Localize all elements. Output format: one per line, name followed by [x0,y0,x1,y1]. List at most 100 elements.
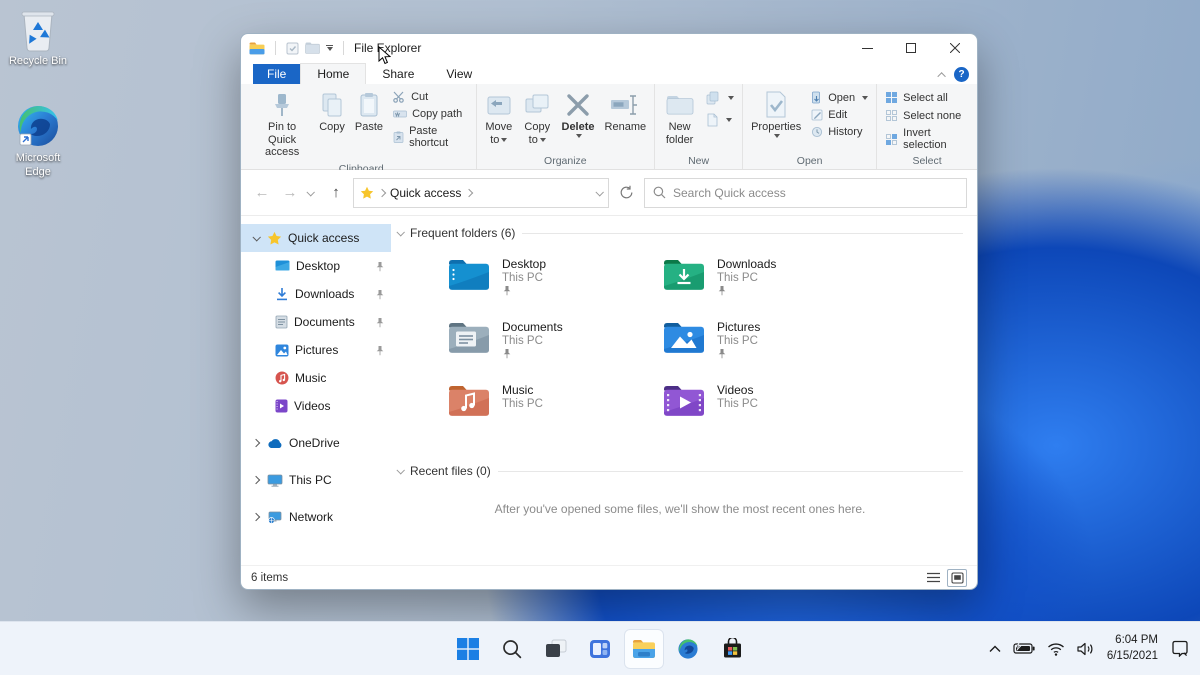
start-button[interactable] [448,629,488,669]
copy-path-button[interactable]: Copy path [389,107,472,121]
close-button[interactable] [933,34,977,62]
ribbon-group-new: New folder New [655,84,744,169]
recent-files-header[interactable]: Recent files (0) [396,464,963,478]
large-icons-view-button[interactable] [947,569,967,587]
folder-tile-documents[interactable]: Documents This PC [445,317,660,380]
sidebar-item-onedrive[interactable]: OneDrive [241,429,391,457]
recent-locations-caret-icon[interactable] [306,187,315,197]
desktop-icon-recycle-bin[interactable]: Recycle Bin [0,8,76,69]
sidebar-item-documents[interactable]: Documents [241,308,391,336]
edit-button[interactable]: Edit [807,108,872,122]
store-button[interactable] [712,629,752,669]
tile-location: This PC [502,335,543,347]
cut-button[interactable]: Cut [389,90,472,104]
minimize-button[interactable] [845,34,889,62]
sidebar-item-this-pc[interactable]: This PC [241,466,391,494]
search-input[interactable] [673,185,958,200]
collapse-section-icon[interactable] [396,466,405,475]
open-button[interactable]: Open [807,90,872,105]
file-explorer-icon [632,639,656,659]
tab-home[interactable]: Home [300,63,367,84]
tab-file[interactable]: File [253,64,301,84]
properties-icon [764,89,788,121]
paste-shortcut-button[interactable]: Paste shortcut [389,124,472,150]
file-explorer-button[interactable] [624,628,664,669]
properties-button[interactable]: Properties [747,86,805,141]
refresh-button[interactable] [615,185,638,200]
chevron-right-icon[interactable] [251,475,261,485]
sidebar-item-music[interactable]: Music [241,364,391,392]
qat-customize-caret-icon[interactable] [326,44,333,52]
title-bar[interactable]: File Explorer [241,34,977,62]
sidebar-item-desktop[interactable]: Desktop [241,252,391,280]
sidebar-item-pictures[interactable]: Pictures [241,336,391,364]
back-button[interactable]: ← [251,184,273,201]
new-item-button[interactable] [702,90,738,106]
tray-chevron-up-icon[interactable] [984,630,1006,668]
pin-icon [271,89,293,121]
chevron-down-icon[interactable] [252,233,261,242]
copy-to-button[interactable]: Copy to [519,86,555,149]
chevron-right-icon[interactable] [251,512,261,522]
collapse-section-icon[interactable] [396,228,405,237]
help-button[interactable]: ? [954,67,969,82]
easy-access-button[interactable] [702,112,738,128]
desktop-icon-label: Recycle Bin [8,55,68,67]
history-button[interactable]: History [807,125,872,139]
sidebar-item-downloads[interactable]: Downloads [241,280,391,308]
desktop-icon-microsoft-edge[interactable]: Microsoft Edge [0,103,76,180]
details-view-button[interactable] [923,569,943,587]
task-view-button[interactable] [536,629,576,669]
widgets-button[interactable] [580,629,620,669]
paste-shortcut-icon [393,131,404,143]
tab-share[interactable]: Share [366,64,430,84]
select-none-button[interactable]: Select none [881,108,973,123]
folder-tile-desktop[interactable]: Desktop This PC [445,254,660,317]
qat-new-folder-icon[interactable] [305,42,320,54]
delete-button[interactable]: Delete [558,86,599,141]
ribbon-group-clipboard: Pin to Quick access Copy Paste Cut Copy … [247,84,477,175]
folder-tile-downloads[interactable]: Downloads This PC [660,254,875,317]
edge-button[interactable] [668,629,708,669]
wifi-icon[interactable] [1042,630,1070,668]
rename-button[interactable]: Rename [601,86,651,137]
search-button[interactable] [492,629,532,669]
address-dropdown-icon[interactable] [595,187,604,197]
chevron-right-icon[interactable] [251,438,261,448]
search-box[interactable] [644,177,967,208]
new-folder-button[interactable]: New folder [659,86,700,149]
sidebar-item-videos[interactable]: Videos [241,392,391,420]
minimize-ribbon-icon[interactable] [937,71,946,81]
navigation-bar: ← → ↑ Quick access [241,170,977,216]
recent-files-empty-message: After you've opened some files, we'll sh… [494,502,866,516]
maximize-button[interactable] [889,34,933,62]
sidebar-item-network[interactable]: Network [241,503,391,531]
qat-properties-icon[interactable] [286,42,299,55]
notification-icon[interactable] [1166,630,1194,668]
up-button[interactable]: ↑ [325,184,347,201]
breadcrumb-location[interactable]: Quick access [390,186,461,200]
invert-selection-button[interactable]: Invert selection [881,126,973,152]
folder-tile-videos[interactable]: Videos This PC [660,380,875,443]
move-to-button[interactable]: Move to [481,86,517,149]
open-icon [811,91,823,104]
pin-to-quick-access-button[interactable]: Pin to Quick access [251,86,313,162]
paste-button[interactable]: Paste [351,86,387,137]
breadcrumb-separator-icon[interactable] [465,188,474,197]
tab-view[interactable]: View [430,64,488,84]
select-all-button[interactable]: Select all [881,90,973,105]
folder-tile-music[interactable]: Music This PC [445,380,660,443]
pictures-folder-icon [664,323,704,353]
frequent-folders-grid: Desktop This PC Downloads This PC Docume… [445,254,963,443]
copy-button[interactable]: Copy [315,86,349,137]
address-bar[interactable]: Quick access [353,177,609,208]
volume-icon[interactable] [1072,630,1099,668]
dropdown-caret-icon [539,137,546,142]
frequent-folders-header[interactable]: Frequent folders (6) [396,226,963,240]
forward-button[interactable]: → [279,184,301,201]
clock[interactable]: 6:04 PM 6/15/2021 [1101,633,1164,664]
sidebar-item-quick-access[interactable]: Quick access [241,224,391,252]
network-icon [267,511,283,524]
folder-tile-pictures[interactable]: Pictures This PC [660,317,875,380]
battery-icon[interactable] [1008,630,1040,668]
